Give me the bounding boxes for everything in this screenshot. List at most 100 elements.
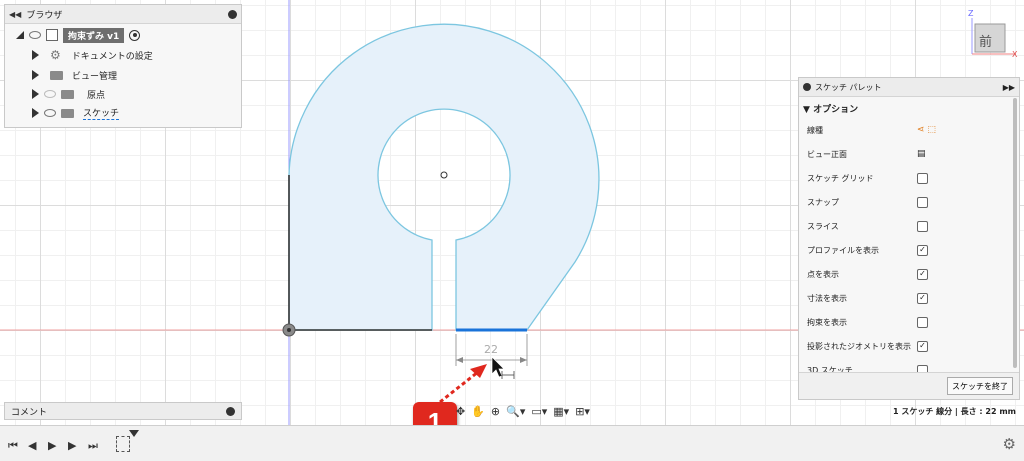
finish-sketch-button[interactable]: スケッチを終了 <box>947 377 1013 395</box>
visibility-icon[interactable] <box>29 31 41 39</box>
origin-point-center <box>287 328 291 332</box>
browser-item-label: ドキュメントの設定 <box>71 51 153 62</box>
step-callout-badge: 1 <box>413 402 457 425</box>
expand-right-icon[interactable] <box>32 89 39 99</box>
palette-row-label: 寸法を表示 <box>807 293 847 303</box>
palette-row[interactable]: スナップ <box>807 194 1009 210</box>
folder-icon <box>61 89 74 99</box>
visibility-icon[interactable] <box>44 109 56 117</box>
expand-right-icon[interactable] <box>32 70 39 80</box>
play-icon[interactable]: ▶ <box>48 439 56 452</box>
zoom-window-icon[interactable]: ⊕ <box>491 405 500 418</box>
palette-row-label: スナップ <box>807 197 839 207</box>
palette-row[interactable]: 投影されたジオメトリを表示 ✓ <box>807 338 1009 354</box>
palette-row-label: ビュー正面 <box>807 149 847 159</box>
step-callout-number: 1 <box>427 406 443 426</box>
palette-checkbox[interactable]: ✓ <box>917 340 928 352</box>
palette-row-label: 線種 <box>807 125 823 135</box>
viewports-icon[interactable]: ⊞▾ <box>575 405 590 418</box>
browser-item-label: ビュー管理 <box>72 71 118 82</box>
sketch-palette: スケッチ パレット ▶▶ ▼ オプション 線種 ⋖ ⬚ ビュー正面 ▤ スケッチ グリッ… <box>798 77 1020 400</box>
palette-row[interactable]: 線種 ⋖ ⬚ <box>807 122 1009 138</box>
go-to-start-icon[interactable]: ⏮ <box>8 439 18 453</box>
palette-row[interactable]: 拘束を表示 <box>807 314 1009 330</box>
palette-row-label: 点を表示 <box>807 269 839 279</box>
timeline-marker[interactable] <box>129 430 139 437</box>
palette-checkbox[interactable] <box>917 316 928 328</box>
palette-row[interactable]: スライス <box>807 218 1009 234</box>
orbit-icon[interactable]: ✥ <box>456 405 465 418</box>
palette-row[interactable]: 寸法を表示 ✓ <box>807 290 1009 306</box>
palette-row[interactable]: スケッチ グリッド <box>807 170 1009 186</box>
folder-icon <box>50 70 63 80</box>
palette-row[interactable]: プロファイルを表示 ✓ <box>807 242 1009 258</box>
activate-radio-icon[interactable] <box>129 29 141 41</box>
navigation-toolbar: ✥ ✋ ⊕ 🔍▾ ▭▾ ▦▾ ⊞▾ <box>456 402 606 420</box>
comment-panel: コメント <box>4 402 242 420</box>
sketch-canvas[interactable]: 22 1 Z X 前 ◀◀ ブラウザ 拘束ずみ v1 ⚙ ドキュメントの設定 ビ… <box>0 0 1024 425</box>
palette-checkbox[interactable]: ✓ <box>917 244 928 256</box>
expand-right-icon[interactable] <box>32 50 39 60</box>
timeline-sketch-icon[interactable] <box>116 436 130 452</box>
component-icon <box>46 29 58 41</box>
browser-item-document-settings[interactable]: ⚙ ドキュメントの設定 <box>32 48 153 62</box>
browser-header: ◀◀ ブラウザ <box>5 5 241 24</box>
timeline-settings-gear-icon[interactable]: ⚙ <box>1003 435 1016 453</box>
palette-checkbox[interactable] <box>917 220 928 232</box>
browser-item-label: 原点 <box>87 90 106 101</box>
expand-down-icon[interactable] <box>16 31 24 39</box>
dimension-arrow-left <box>456 357 463 363</box>
go-to-end-icon[interactable]: ⏭ <box>88 439 98 453</box>
timeline-bar: ⏮ ◀ ▶ ▶ ⏭ ⚙ <box>0 425 1024 461</box>
palette-footer: スケッチを終了 <box>799 372 1019 399</box>
palette-row[interactable]: 点を表示 ✓ <box>807 266 1009 282</box>
browser-item-label: スケッチ <box>83 106 120 120</box>
expand-right-icon[interactable] <box>32 108 39 118</box>
collapse-icon[interactable]: ◀◀ <box>9 10 21 19</box>
visibility-icon[interactable] <box>44 90 56 98</box>
comment-title: コメント <box>11 407 48 418</box>
palette-header: スケッチ パレット ▶▶ <box>799 78 1019 97</box>
linetype-icons[interactable]: ⋖ ⬚ <box>917 125 936 135</box>
zoom-icon[interactable]: 🔍▾ <box>506 405 525 418</box>
browser-title: ブラウザ <box>26 10 63 21</box>
comment-add-icon[interactable] <box>226 406 235 416</box>
palette-checkbox[interactable]: ✓ <box>917 268 928 280</box>
pan-icon[interactable]: ✋ <box>471 405 485 418</box>
callout-arrow-line <box>439 370 479 404</box>
browser-root-row[interactable]: 拘束ずみ v1 <box>16 27 141 43</box>
palette-row-label: 拘束を表示 <box>807 317 847 327</box>
step-forward-icon[interactable]: ▶ <box>68 439 76 452</box>
palette-section-title: オプション <box>813 105 859 115</box>
palette-checkbox[interactable]: ✓ <box>917 292 928 304</box>
palette-row-label: プロファイルを表示 <box>807 245 879 255</box>
palette-row[interactable]: ビュー正面 ▤ <box>807 146 1009 162</box>
display-settings-icon[interactable]: ▭▾ <box>531 405 547 418</box>
folder-icon <box>61 108 74 118</box>
palette-row-label: 投影されたジオメトリを表示 <box>807 341 911 351</box>
browser-item-origin[interactable]: 原点 <box>32 87 105 101</box>
view-cube-face-label[interactable]: 前 <box>979 31 992 50</box>
browser-root-label[interactable]: 拘束ずみ v1 <box>63 27 125 43</box>
palette-checkbox[interactable] <box>917 196 928 208</box>
palette-title: スケッチ パレット <box>815 82 882 92</box>
look-at-icon[interactable]: ▤ <box>917 149 926 159</box>
palette-row-label: スケッチ グリッド <box>807 173 874 183</box>
dimension-arrow-right <box>520 357 527 363</box>
palette-checkbox[interactable] <box>917 172 928 184</box>
section-collapse-icon[interactable]: ▼ <box>803 105 813 115</box>
palette-row-label: スライス <box>807 221 839 231</box>
view-cube-axis-x: X <box>1012 50 1018 59</box>
dimension-value[interactable]: 22 <box>484 343 498 356</box>
browser-close-icon[interactable] <box>228 9 237 19</box>
status-text: 1 スケッチ 線分 | 長さ : 22 mm <box>893 407 1016 416</box>
browser-item-view-management[interactable]: ビュー管理 <box>32 68 117 82</box>
palette-expand-icon[interactable]: ▶▶ <box>1003 83 1015 92</box>
palette-scrollbar[interactable] <box>1013 98 1017 368</box>
palette-close-icon[interactable] <box>803 83 811 91</box>
center-point[interactable] <box>440 171 448 179</box>
grid-settings-icon[interactable]: ▦▾ <box>553 405 569 418</box>
browser-item-sketch[interactable]: スケッチ <box>32 106 120 120</box>
palette-section-header[interactable]: ▼ オプション <box>803 102 858 115</box>
step-back-icon[interactable]: ◀ <box>28 439 36 452</box>
